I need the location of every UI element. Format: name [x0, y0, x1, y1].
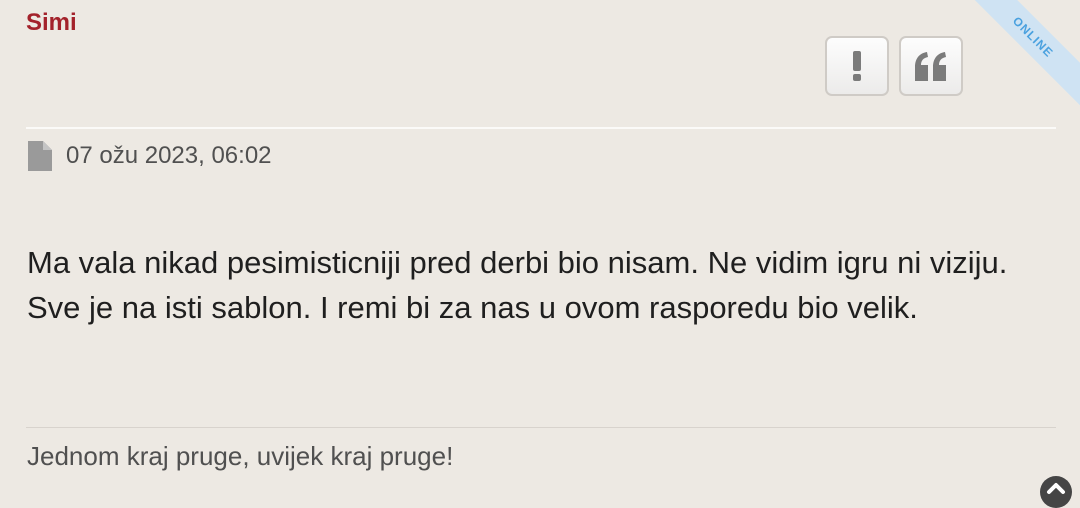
post-signature: Jednom kraj pruge, uvijek kraj pruge!: [27, 441, 454, 471]
signature-divider: [26, 427, 1056, 428]
report-button[interactable]: [825, 36, 889, 96]
post-author[interactable]: Simi: [26, 8, 77, 38]
header-divider: [26, 127, 1056, 129]
post-meta: 07 ožu 2023, 06:02: [28, 141, 272, 171]
file-icon[interactable]: [28, 141, 52, 171]
quote-button[interactable]: [899, 36, 963, 96]
scroll-top-button[interactable]: [1040, 476, 1072, 508]
post-content: Ma vala nikad pesimisticniji pred derbi …: [27, 245, 1008, 325]
post-date: 07 ožu 2023, 06:02: [66, 142, 272, 169]
post-actions: [825, 36, 963, 96]
forum-post: Simi ONLINE 07 ožu 2023, 06:02 Ma vala n…: [0, 0, 1080, 508]
online-badge: ONLINE: [962, 0, 1080, 108]
quote-icon: [915, 52, 946, 81]
chevron-up-icon: [1047, 483, 1065, 494]
exclamation-icon: [853, 51, 861, 81]
online-badge-label: ONLINE: [1009, 13, 1057, 61]
